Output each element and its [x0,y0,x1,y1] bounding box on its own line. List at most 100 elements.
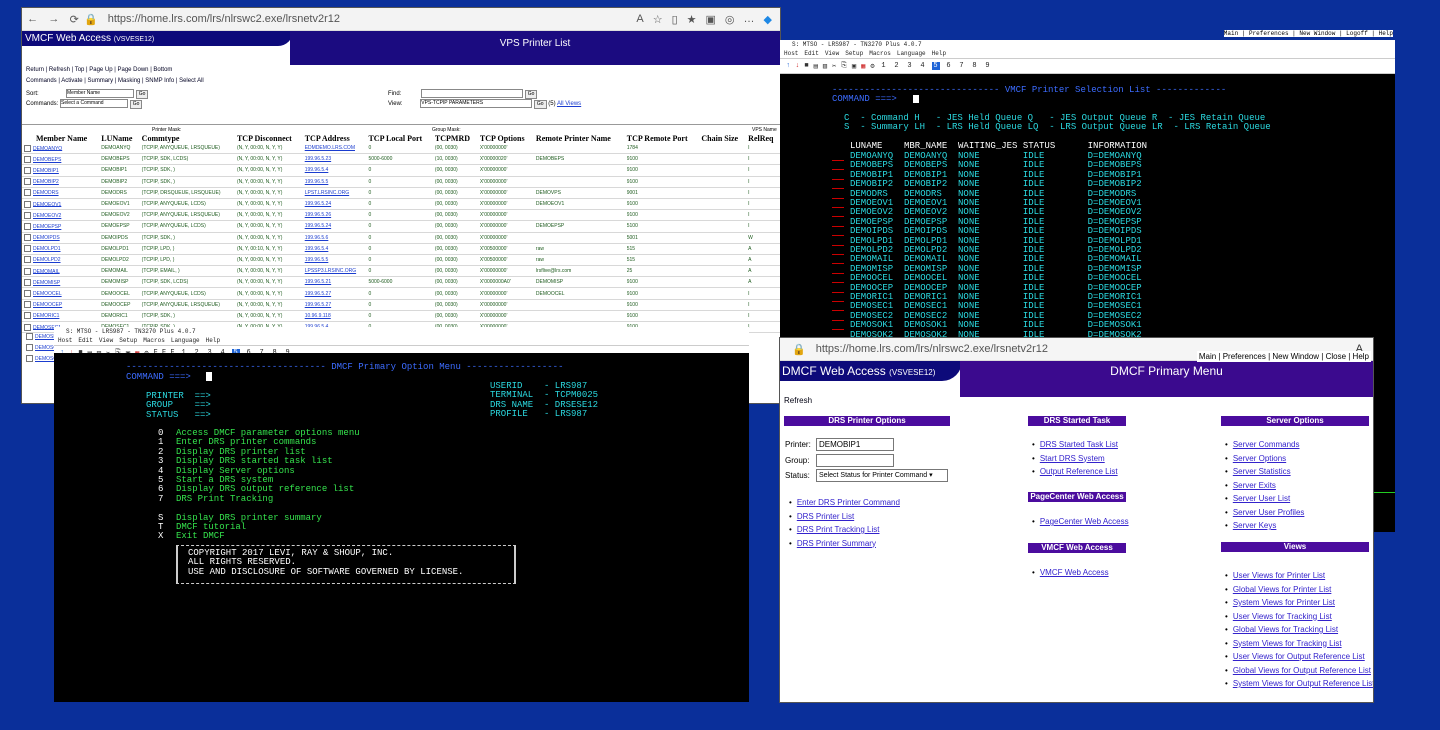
copilot-icon[interactable]: ◆ [764,13,772,26]
session-tab-7[interactable]: 7 [958,62,966,70]
view-select[interactable]: VPS-TCPIP PARAMETERS [420,99,533,108]
menu-help[interactable]: Help [206,337,220,344]
table-row[interactable]: DEMOEPSP DEMOEPSP (TCPIP, ANYQUEUE, LCDS)(… [22,220,780,233]
printer-link[interactable]: DRS Printer Summary [789,539,876,548]
table-row[interactable]: DEMOANYQ DEMOANYQ (TCPIP, ANYQUEUE, LRSQUE… [22,143,780,155]
read-aloud-icon[interactable]: A [636,13,643,26]
download-icon[interactable]: ↓ [795,62,799,70]
table-row[interactable]: DEMOMAIL DEMOMAIL (TCPIP, EMAIL, ) (N, Y, 0… [22,265,780,278]
member-name-link[interactable]: DEMORIC1 [22,310,100,323]
member-name-link[interactable]: DEMOOCEL [22,287,100,300]
vmcf-link[interactable]: VMCF Web Access [1032,568,1109,577]
table-cell[interactable]: 199.96.5.5 [302,176,367,188]
row-checkbox[interactable] [24,323,31,331]
menu-view[interactable]: View [825,50,839,57]
member-name-link[interactable]: DEMOEPSP [22,220,100,233]
views-link[interactable]: User Views for Output Reference List [1225,652,1365,661]
server-link[interactable]: Server Keys [1225,521,1277,530]
views-link[interactable]: Global Views for Printer List [1225,585,1332,594]
table-cell[interactable]: 199.96.5.4 [302,243,367,255]
started-task-link[interactable]: Output Reference List [1032,467,1118,476]
copy-icon[interactable]: ⎘ [841,62,847,70]
cut-icon[interactable]: ✂ [832,62,836,71]
more-icon[interactable]: … [744,13,755,26]
table-cell[interactable]: EDMDEMO.LRS.COM [302,143,367,155]
row-checkbox[interactable] [24,178,31,186]
collections-icon[interactable]: ▣ [706,13,716,26]
option-7[interactable]: DRS Print Tracking [176,494,273,504]
session-tab-6[interactable]: 6 [945,62,953,70]
save-icon[interactable]: ■ [804,62,808,70]
reload-icon[interactable]: ⟳ [70,13,79,26]
terminal-screen[interactable]: ------------------------------------- DM… [54,353,749,702]
member-name-link[interactable]: DEMOBIP2 [22,176,100,188]
row-checkbox[interactable] [24,301,31,309]
menu-edit[interactable]: Edit [804,50,818,57]
member-name-link[interactable]: DEMOOCEP [22,299,100,311]
session-tab-9[interactable]: 9 [984,62,992,70]
session-tab-2[interactable]: 2 [893,62,901,70]
status-select[interactable]: Select Status for Printer Command ▾ [816,469,948,482]
table-cell[interactable]: 199.96.5.27 [302,299,367,311]
table-cell[interactable]: 199.96.5.4 [302,164,367,177]
row-checkbox[interactable] [24,144,31,152]
table-row[interactable]: DEMODRS DEMODRS (TCPIP, DRSQUEUE, LRSQUEUE… [22,187,780,199]
table-cell[interactable]: 10.96.9.118 [302,310,367,323]
menu-macros[interactable]: Macros [869,50,891,57]
nav-links[interactable]: Return | Refresh | Top | Page Up | Page … [26,67,172,73]
printer-link[interactable]: Enter DRS Printer Command [789,498,900,507]
views-link[interactable]: Global Views for Output Reference List [1225,666,1371,675]
started-task-link[interactable]: Start DRS System [1032,454,1105,463]
member-name-link[interactable]: DEMOEOV2 [22,209,100,222]
favorites-icon[interactable]: ★ [687,13,697,26]
split-icon[interactable]: ▯ [672,13,678,26]
table-row[interactable]: DEMORIC1 DEMORIC1 (TCPIP, SDK, ) (N, Y, 00:… [22,310,780,323]
grid-icon[interactable]: ▦ [861,62,865,71]
menu-language[interactable]: Language [171,337,200,344]
extensions-icon[interactable]: ◎ [725,13,735,26]
views-link[interactable]: System Views for Tracking List [1225,639,1342,648]
printer-link[interactable]: DRS Printer List [789,512,854,521]
menu-help[interactable]: Help [932,50,946,57]
table-cell[interactable]: LPSSP3.LRSINC.ORG [302,265,367,278]
row-checkbox[interactable] [24,155,31,163]
views-link[interactable]: User Views for Printer List [1225,571,1325,580]
member-name-link[interactable]: DEMOEOV1 [22,198,100,211]
table-row[interactable]: DEMOBIP1 DEMOBIP1 (TCPIP, SDK, ) (N, Y, 00:… [22,164,780,177]
menu-view[interactable]: View [99,337,113,344]
menu-macros[interactable]: Macros [143,337,165,344]
view-go-button[interactable]: Go [533,100,547,110]
group-input[interactable] [816,454,894,467]
server-link[interactable]: Server Exits [1225,481,1276,490]
views-link[interactable]: Global Views for Tracking List [1225,625,1338,634]
member-name-link[interactable]: DEMOBIP1 [22,164,100,177]
member-name-link[interactable]: DEMOBEPS [22,153,100,166]
server-link[interactable]: Server Commands [1225,440,1300,449]
table-row[interactable]: DEMOIPDS DEMOIPDS (TCPIP, SDK, ) (N, Y, 00:… [22,232,780,244]
all-views-link[interactable]: All Views [557,101,581,107]
table-row[interactable]: DEMOOCEP DEMOOCEP (TCPIP, ANYQUEUE, LRSQUE… [22,299,780,311]
row-checkbox[interactable] [24,222,31,230]
table-cell[interactable]: 199.96.5.21 [302,276,367,289]
session-tab-8[interactable]: 8 [971,62,979,70]
table-row[interactable]: DEMOBEPS DEMOBEPS (TCPIP, SDK, LCDS) (N, Y,… [22,153,780,166]
top-links[interactable]: Main | Preferences | New Window | Logoff… [1223,30,1393,37]
table-cell[interactable]: 199.96.5.27 [302,287,367,300]
table-row[interactable]: DEMOLPD2 DEMOLPD2 (TCPIP, LPD, ) (N, Y, 00:… [22,254,780,267]
table-cell[interactable]: 199.96.5.6 [302,232,367,244]
member-name-link[interactable]: DEMODRS [22,187,100,199]
sort-go-button[interactable]: Go [135,90,149,100]
table-row[interactable]: DEMOLPD1 DEMOLPD1 (TCPIP, LPD, ) (N, Y, 00:… [22,243,780,255]
row-checkbox[interactable] [24,189,31,197]
server-link[interactable]: Server Statistics [1225,467,1291,476]
row-checkbox[interactable] [24,278,31,286]
menu-host[interactable]: Host [784,50,798,57]
printer-input[interactable]: DEMOBIP1 [816,438,894,451]
session-tab-1[interactable]: 1 [880,62,888,70]
row-checkbox[interactable] [26,344,33,352]
row-checkbox[interactable] [26,355,33,363]
favorite-icon[interactable]: ☆ [653,13,663,26]
member-name-link[interactable]: DEMOLPD1 [22,243,100,255]
server-link[interactable]: Server User Profiles [1225,508,1305,517]
member-name-link[interactable]: DEMOIPDS [22,232,100,244]
